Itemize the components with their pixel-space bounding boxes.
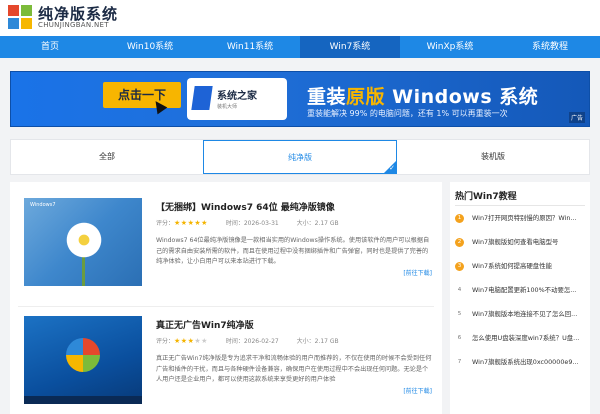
article-size: 大小：2.17 GB <box>296 220 339 227</box>
nav-item-win10[interactable]: Win10系统 <box>100 36 200 58</box>
sidebar-item-label: Win7旗舰版如何查看电脑型号 <box>472 238 559 246</box>
article-thumbnail[interactable]: Windows7 <box>24 198 142 286</box>
sidebar-item[interactable]: 2 Win7旗舰版如何查看电脑型号 <box>455 234 587 250</box>
windows-logo-icon <box>66 338 100 372</box>
sidebar-item-label: Win7电脑配置更新100%不动要怎... <box>472 286 577 294</box>
article-title[interactable]: 【无捆绑】Windows7 64位 最纯净版镜像 <box>156 200 335 213</box>
flower-icon <box>64 220 104 260</box>
site-domain: CHUNJINGBAN.NET <box>38 21 109 29</box>
article-size: 大小：2.17 GB <box>296 338 339 345</box>
article-description: 真正无广告Win7纯净版是专为追求干净和流畅体验的用户而推荐的，不仅在使用的时候… <box>156 355 432 383</box>
rank-badge: 2 <box>455 238 464 247</box>
brand-logo-icon <box>191 86 213 110</box>
divider <box>18 306 434 307</box>
rank-badge: 4 <box>457 287 462 293</box>
stars-filled: ★★★ <box>174 337 195 345</box>
sidebar-item[interactable]: 1 Win7打开网页特别慢的原因？Win... <box>455 210 587 226</box>
list-item: Windows7 【无捆绑】Windows7 64位 最纯净版镜像 评分：★★★… <box>18 196 438 296</box>
nav-item-win11[interactable]: Win11系统 <box>200 36 300 58</box>
divider <box>455 205 585 206</box>
article-list: Windows7 【无捆绑】Windows7 64位 最纯净版镜像 评分：★★★… <box>10 182 442 414</box>
sidebar-item-label: Win7系统如何提高硬盘性能 <box>472 262 552 270</box>
sidebar-item-label: 怎么使用U盘装深度win7系统？U盘... <box>472 334 580 342</box>
sidebar-item[interactable]: 3 Win7系统如何提高硬盘性能 <box>455 258 587 274</box>
article-thumbnail[interactable] <box>24 316 142 404</box>
sidebar-item-label: Win7旗舰版本地连接不见了怎么回... <box>472 310 578 318</box>
stars-empty: ★★ <box>194 337 208 345</box>
nav-item-win7[interactable]: Win7系统 <box>300 36 400 58</box>
banner-title-post: Windows 系统 <box>385 86 539 108</box>
sidebar-item[interactable]: 4 Win7电脑配置更新100%不动要怎... <box>455 282 587 298</box>
sidebar-item-label: Win7打开网页特别慢的原因？Win... <box>472 214 577 222</box>
sidebar-title: 热门Win7教程 <box>455 192 517 202</box>
main-nav: 首页 Win10系统 Win11系统 Win7系统 WinXp系统 系统教程 <box>0 36 600 58</box>
rating-stars: ★★★★★ <box>174 219 208 227</box>
banner-title: 重装原版 Windows 系统 <box>307 82 538 109</box>
sidebar-item[interactable]: 7 Win7旗舰版系统出现0xc00000e9... <box>455 354 587 370</box>
list-item: 真正无广告Win7纯净版 评分：★★★★★ 时间：2026-02-27 大小：2… <box>18 314 438 414</box>
article-time: 时间：2026-03-31 <box>225 220 279 227</box>
check-icon: ✓ <box>389 164 395 172</box>
article-meta: 评分：★★★★★ 时间：2026-02-27 大小：2.17 GB <box>156 336 339 345</box>
rating-label: 评分： <box>156 338 175 345</box>
nav-item-tutorials[interactable]: 系统教程 <box>500 36 600 58</box>
banner-brand-name: 系统之家 <box>217 91 257 102</box>
banner-cta-button[interactable]: 点击一下 <box>103 82 181 108</box>
hot-tutorials-sidebar: 热门Win7教程 1 Win7打开网页特别慢的原因？Win... 2 Win7旗舰版… <box>450 182 590 414</box>
thumbnail-caption: Windows7 <box>30 202 56 208</box>
nav-item-home[interactable]: 首页 <box>0 36 100 58</box>
tab-install[interactable]: 装机版 <box>397 140 589 174</box>
rank-badge: 6 <box>457 335 462 341</box>
banner-title-pre: 重装 <box>307 86 347 108</box>
article-time: 时间：2026-02-27 <box>225 338 279 345</box>
banner-brand-card: 系统之家 装机大师 <box>187 78 287 120</box>
sidebar-item[interactable]: 6 怎么使用U盘装深度win7系统？U盘... <box>455 330 587 346</box>
site-header: 纯净版系统 CHUNJINGBAN.NET <box>0 0 600 36</box>
taskbar-shape <box>24 396 142 404</box>
nav-item-winxp[interactable]: WinXp系统 <box>400 36 500 58</box>
stars-filled: ★★★★★ <box>174 219 208 227</box>
banner-subtitle: 重装能解决 99% 的电脑问题，还有 1% 可以再重装一次 <box>307 109 508 118</box>
ad-label: 广告 <box>568 112 585 123</box>
tab-pure-label: 纯净版 <box>288 153 312 162</box>
download-link[interactable]: [前往下载] <box>403 268 432 277</box>
edition-tabs: 全部 纯净版 ✓ 装机版 <box>10 139 590 175</box>
stem-shape <box>82 256 85 286</box>
site-logo-icon[interactable] <box>6 3 34 31</box>
rating-stars: ★★★★★ <box>174 337 208 345</box>
rank-badge: 3 <box>455 262 464 271</box>
rating-label: 评分： <box>156 220 175 227</box>
rank-badge: 7 <box>457 359 462 365</box>
article-title[interactable]: 真正无广告Win7纯净版 <box>156 318 254 331</box>
banner-brand-sub: 装机大师 <box>217 104 238 110</box>
tab-all[interactable]: 全部 <box>11 140 203 174</box>
download-link[interactable]: [前往下载] <box>403 386 432 395</box>
banner-title-highlight: 原版 <box>346 86 386 108</box>
rank-badge: 5 <box>457 311 462 317</box>
article-description: Windows7 64位最纯净版镜像是一款相当实用的Windows操作系统。使用… <box>156 237 430 265</box>
ad-banner[interactable]: 点击一下 系统之家 装机大师 重装原版 Windows 系统 重装能解决 99%… <box>10 71 590 127</box>
sidebar-item[interactable]: 5 Win7旗舰版本地连接不见了怎么回... <box>455 306 587 322</box>
article-meta: 评分：★★★★★ 时间：2026-03-31 大小：2.17 GB <box>156 218 339 227</box>
rank-badge: 1 <box>455 214 464 223</box>
tab-pure[interactable]: 纯净版 ✓ <box>203 140 397 174</box>
sidebar-item-label: Win7旗舰版系统出现0xc00000e9... <box>472 358 579 366</box>
